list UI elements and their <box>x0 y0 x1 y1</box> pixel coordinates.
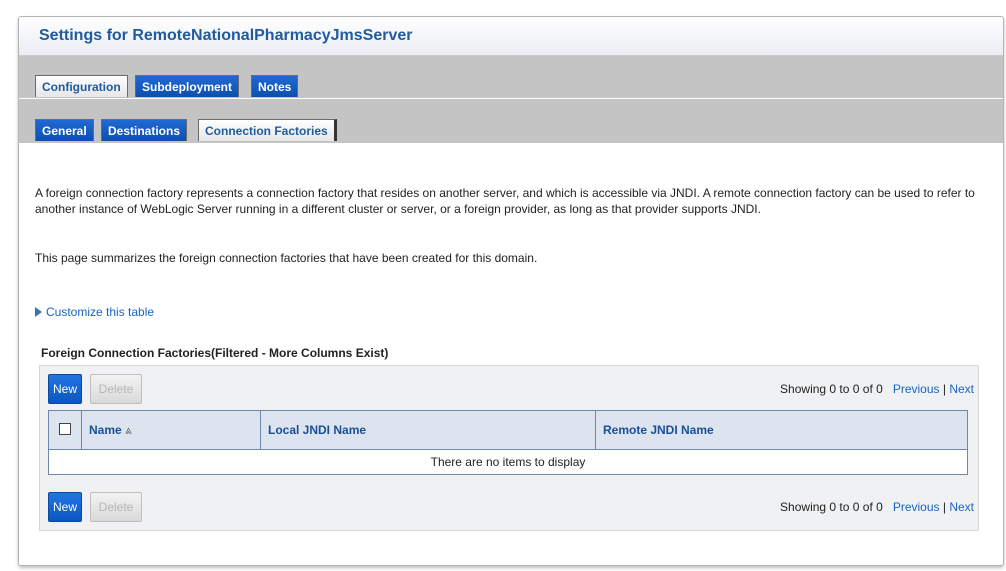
settings-panel: Settings for RemoteNationalPharmacyJmsSe… <box>18 16 1004 566</box>
empty-message: There are no items to display <box>430 455 586 469</box>
table-title: Foreign Connection Factories(Filtered - … <box>41 346 389 360</box>
column-header-name[interactable]: Name ⩓ <box>89 411 132 449</box>
description-text: A foreign connection factory represents … <box>35 186 975 216</box>
customize-table-label: Customize this table <box>46 305 155 319</box>
tab-destinations[interactable]: Destinations <box>101 119 188 141</box>
sub-tab-bar: General Destinations Connection Factorie… <box>19 99 1003 143</box>
customize-table-link[interactable]: Customize this table <box>35 305 154 319</box>
summary-text: This page summarizes the foreign connect… <box>35 251 538 265</box>
content-area: A foreign connection factory represents … <box>19 143 1003 565</box>
tab-general[interactable]: General <box>35 119 94 141</box>
new-button-bottom[interactable]: New <box>48 492 82 522</box>
data-table: Name ⩓ Local JNDI Name Remote JNDI Name … <box>48 410 968 475</box>
next-link-bottom[interactable]: Next <box>949 500 974 514</box>
page-title: Settings for RemoteNationalPharmacyJmsSe… <box>39 27 413 44</box>
tab-notes[interactable]: Notes <box>251 75 299 97</box>
table-panel: New Delete Showing 0 to 0 of 0 Previous … <box>39 365 979 531</box>
tab-configuration[interactable]: Configuration <box>35 75 128 97</box>
column-divider <box>595 411 596 449</box>
table-header-row: Name ⩓ Local JNDI Name Remote JNDI Name <box>49 411 967 450</box>
delete-button-bottom: Delete <box>90 492 142 522</box>
pipe-separator-bottom: | <box>942 500 946 514</box>
top-tab-bar: Configuration Subdeployment Notes <box>19 56 1003 99</box>
column-divider <box>81 411 82 449</box>
tab-connection-factories[interactable]: Connection Factories <box>198 119 337 141</box>
new-button[interactable]: New <box>48 374 82 404</box>
tab-subdeployment[interactable]: Subdeployment <box>135 75 240 97</box>
showing-count-bottom: Showing 0 to 0 of 0 <box>780 500 883 514</box>
expand-triangle-icon <box>35 307 42 317</box>
sort-ascending-icon: ⩓ <box>125 423 132 437</box>
column-divider <box>260 411 261 449</box>
name-header-label: Name <box>89 423 122 437</box>
select-all-checkbox[interactable] <box>59 423 71 435</box>
pipe-separator: | <box>942 382 946 396</box>
previous-link-bottom[interactable]: Previous <box>893 500 940 514</box>
next-link[interactable]: Next <box>949 382 974 396</box>
pagination-top: Showing 0 to 0 of 0 Previous | Next <box>780 382 974 396</box>
title-bar: Settings for RemoteNationalPharmacyJmsSe… <box>19 17 1003 56</box>
pagination-bottom: Showing 0 to 0 of 0 Previous | Next <box>780 500 974 514</box>
previous-link[interactable]: Previous <box>893 382 940 396</box>
column-header-local-jndi[interactable]: Local JNDI Name <box>268 411 366 449</box>
column-header-remote-jndi[interactable]: Remote JNDI Name <box>603 411 714 449</box>
delete-button: Delete <box>90 374 142 404</box>
showing-count: Showing 0 to 0 of 0 <box>780 382 883 396</box>
